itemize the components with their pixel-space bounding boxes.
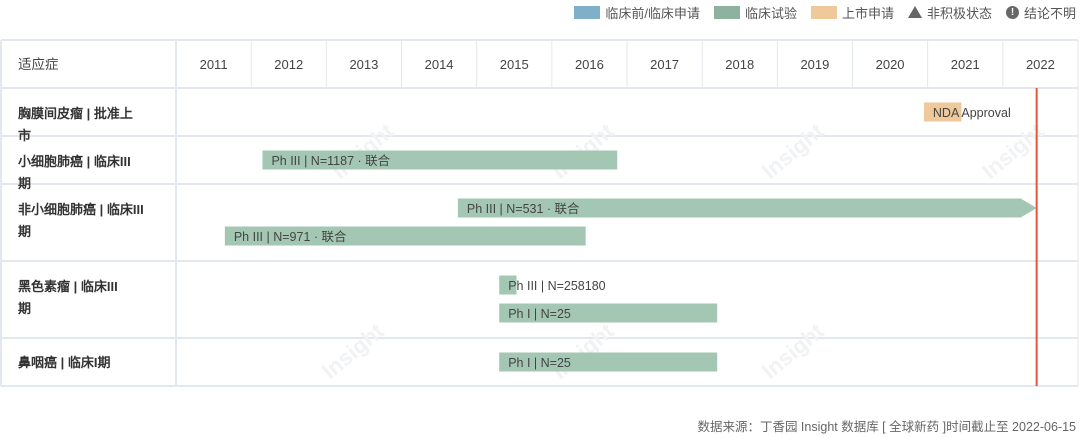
year-tick-label: 2021 [951, 57, 980, 72]
gantt-bar-label: Ph III | N=1187 · 联合 [271, 153, 390, 168]
row-label: 黑色素瘤 | 临床III [18, 279, 118, 294]
row-label: 胸膜间皮瘤 | 批准上 [18, 106, 133, 121]
year-tick-label: 2019 [800, 57, 829, 72]
year-tick-label: 2014 [425, 57, 454, 72]
gantt-bar-label: Ph III | N=531 · 联合 [467, 201, 580, 216]
gantt-chart: InsightInsightInsightInsightInsightInsig… [0, 39, 1079, 387]
year-tick-label: 2018 [725, 57, 754, 72]
year-tick-label: 2022 [1026, 57, 1055, 72]
row-label: 小细胞肺癌 | 临床III [18, 154, 131, 169]
year-tick-label: 2017 [650, 57, 679, 72]
gantt-bar-label: Ph I | N=25 [508, 307, 571, 321]
row-label-continued: 市 [18, 128, 31, 143]
year-tick-label: 2016 [575, 57, 604, 72]
gantt-bar-label: Ph III | N=258180 [508, 279, 605, 293]
gantt-bar-label: NDA Approval [933, 106, 1011, 120]
header-indication-label: 适应症 [18, 56, 59, 72]
year-tick-label: 2013 [349, 57, 378, 72]
row-label-continued: 期 [18, 176, 31, 191]
data-source-note: 数据来源：丁香园 Insight 数据库 [ 全球新药 ]时间截止至 2022-… [697, 420, 1076, 434]
gantt-bar-label: Ph I | N=25 [508, 356, 571, 370]
gantt-bar-label: Ph III | N=971 · 联合 [234, 229, 347, 244]
year-tick-label: 2015 [500, 57, 529, 72]
row-label-continued: 期 [18, 301, 31, 316]
row-label-continued: 期 [18, 224, 31, 239]
year-tick-label: 2011 [200, 57, 228, 72]
row-label: 非小细胞肺癌 | 临床III [18, 202, 144, 217]
year-tick-label: 2020 [876, 57, 905, 72]
row-label: 鼻咽癌 | 临床I期 [18, 355, 110, 370]
year-tick-label: 2012 [274, 57, 303, 72]
